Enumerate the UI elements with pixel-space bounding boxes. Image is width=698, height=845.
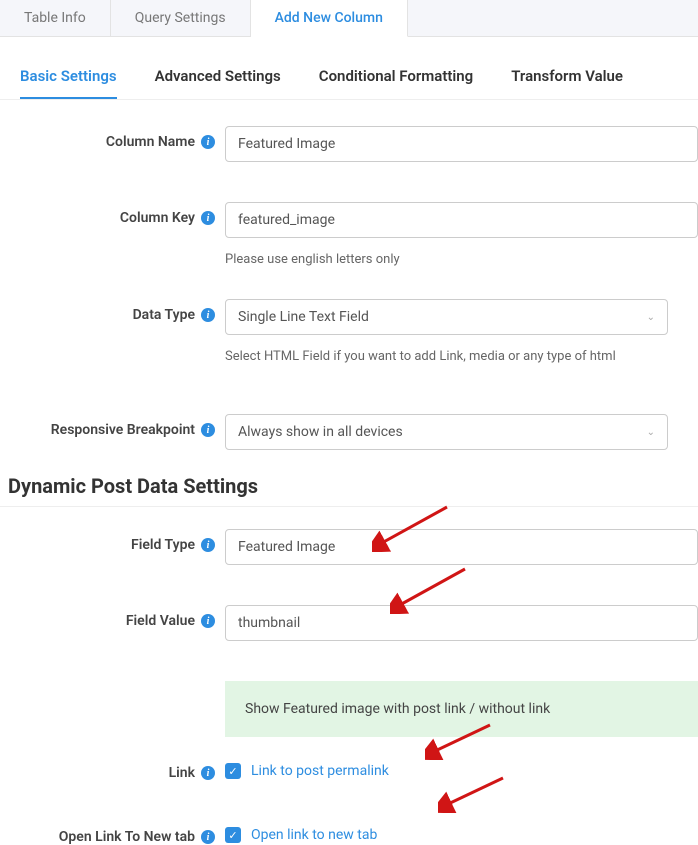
label-column-name-text: Column Name (106, 134, 195, 150)
label-open-new-tab-text: Open Link To New tab (59, 829, 195, 845)
info-icon[interactable]: i (201, 135, 215, 149)
input-column-name[interactable] (225, 126, 698, 162)
top-tabs: Table Info Query Settings Add New Column (0, 0, 698, 37)
row-link: Link i ✓ Link to post permalink (0, 745, 698, 781)
label-link-text: Link (169, 765, 195, 781)
select-data-type-value: Single Line Text Field (238, 309, 369, 325)
sub-tabs: Basic Settings Advanced Settings Conditi… (0, 37, 698, 99)
info-banner: Show Featured image with post link / wit… (225, 681, 698, 737)
label-column-key-text: Column Key (120, 210, 195, 226)
checkbox-link-label[interactable]: Link to post permalink (251, 763, 389, 779)
subtab-advanced-settings[interactable]: Advanced Settings (155, 67, 281, 99)
select-data-type[interactable]: Single Line Text Field ⌄ (225, 299, 668, 335)
label-data-type: Data Type i (133, 307, 215, 323)
label-column-name: Column Name i (106, 134, 215, 150)
row-open-new-tab: Open Link To New tab i ✓ Open link to ne… (0, 809, 698, 845)
label-link: Link i (169, 765, 215, 781)
info-icon[interactable]: i (201, 538, 215, 552)
section-divider (0, 506, 698, 507)
info-icon[interactable]: i (201, 423, 215, 437)
chevron-down-icon: ⌄ (647, 312, 655, 323)
row-column-name: Column Name i (0, 114, 698, 162)
row-data-type: Data Type i Single Line Text Field ⌄ Sel… (0, 287, 698, 384)
label-field-type: Field Type i (131, 537, 215, 553)
tab-table-info[interactable]: Table Info (0, 0, 111, 36)
select-responsive-breakpoint-value: Always show in all devices (238, 424, 403, 440)
row-field-type: Field Type i (0, 517, 698, 565)
row-field-value: Field Value i Show Featured image with p… (0, 593, 698, 745)
checkbox-open-new-tab[interactable]: ✓ (225, 827, 241, 843)
subtab-basic-settings[interactable]: Basic Settings (20, 67, 117, 99)
label-responsive-breakpoint-text: Responsive Breakpoint (51, 422, 195, 438)
select-responsive-breakpoint[interactable]: Always show in all devices ⌄ (225, 414, 668, 450)
checkbox-open-new-tab-label[interactable]: Open link to new tab (251, 827, 377, 843)
checkbox-link[interactable]: ✓ (225, 763, 241, 779)
chevron-down-icon: ⌄ (647, 427, 655, 438)
help-column-key: Please use english letters only (225, 252, 698, 267)
label-field-value: Field Value i (126, 613, 215, 629)
row-responsive-breakpoint: Responsive Breakpoint i Always show in a… (0, 402, 698, 450)
info-icon[interactable]: i (201, 211, 215, 225)
info-icon[interactable]: i (201, 830, 215, 844)
label-responsive-breakpoint: Responsive Breakpoint i (51, 422, 215, 438)
input-column-key[interactable] (225, 202, 698, 238)
input-field-value[interactable] (225, 605, 698, 641)
label-column-key: Column Key i (120, 210, 215, 226)
label-field-type-text: Field Type (131, 537, 195, 553)
info-icon[interactable]: i (201, 614, 215, 628)
tab-query-settings[interactable]: Query Settings (111, 0, 251, 36)
subtab-conditional-formatting[interactable]: Conditional Formatting (319, 67, 473, 99)
help-data-type: Select HTML Field if you want to add Lin… (225, 349, 668, 364)
input-field-type[interactable] (225, 529, 698, 565)
label-data-type-text: Data Type (133, 307, 195, 323)
label-open-new-tab: Open Link To New tab i (59, 829, 215, 845)
info-icon[interactable]: i (201, 766, 215, 780)
subtab-transform-value[interactable]: Transform Value (511, 67, 623, 99)
label-field-value-text: Field Value (126, 613, 195, 629)
tab-add-new-column[interactable]: Add New Column (251, 0, 408, 37)
section-dynamic-post-data: Dynamic Post Data Settings (0, 450, 698, 506)
info-icon[interactable]: i (201, 308, 215, 322)
row-column-key: Column Key i Please use english letters … (0, 190, 698, 287)
subtab-divider (0, 99, 698, 100)
